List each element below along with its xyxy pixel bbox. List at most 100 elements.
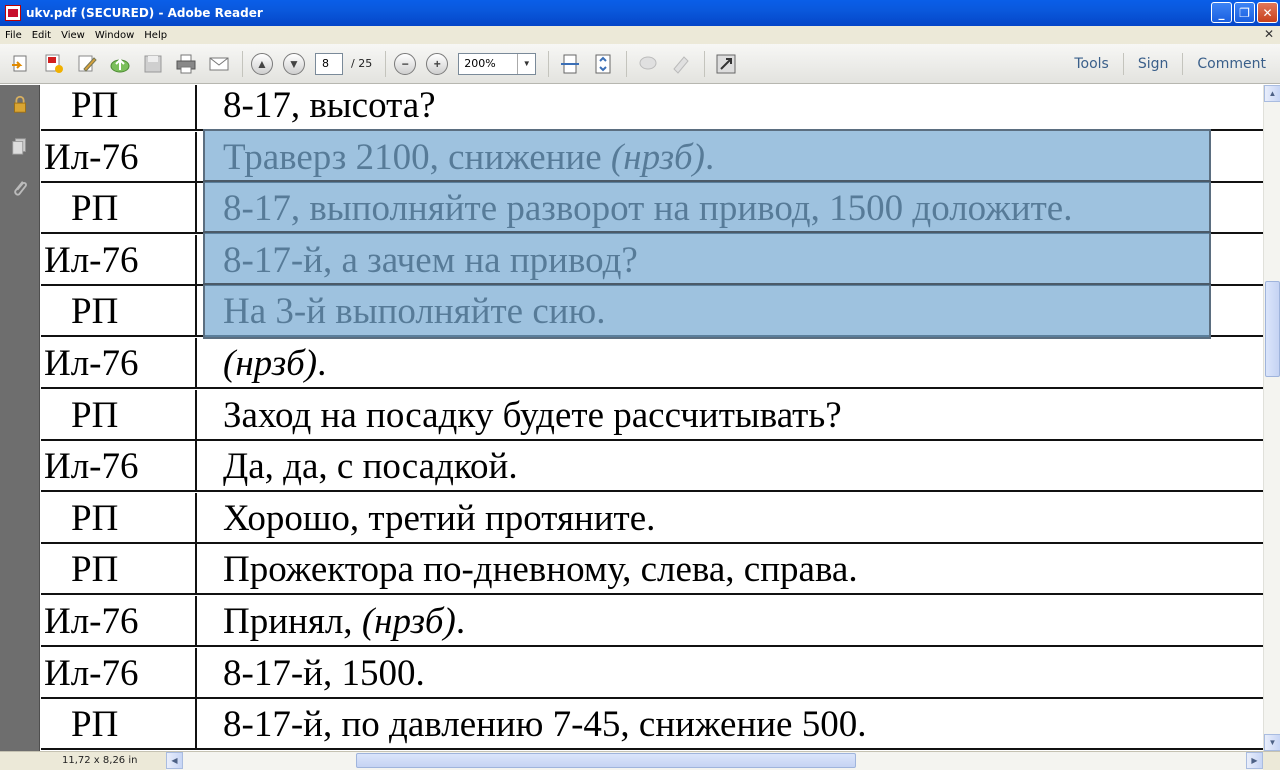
scroll-down-button[interactable]: ▼: [1264, 734, 1280, 751]
message-cell: 8-17, выполняйте разворот на привод, 150…: [223, 183, 1072, 234]
minimize-button[interactable]: _: [1211, 2, 1232, 23]
horizontal-scroll-thumb[interactable]: [356, 753, 856, 768]
close-document-icon[interactable]: ✕: [1264, 27, 1274, 41]
tools-link[interactable]: Tools: [1060, 56, 1123, 72]
speaker-cell: Ил-76: [41, 596, 197, 647]
table-row: Ил-76 (нрзб).: [41, 338, 1263, 389]
message-cell: Траверз 2100, снижение (нрзб).: [223, 132, 714, 183]
message-cell: 8-17, высота?: [223, 85, 436, 131]
highlight-icon[interactable]: [668, 51, 694, 77]
unintelligible-note: (нрзб): [610, 136, 705, 178]
speaker-cell: РП: [41, 544, 197, 596]
zoom-select[interactable]: 200% ▼: [458, 52, 537, 75]
speaker-cell: Ил-76: [41, 338, 197, 389]
message-text: Принял,: [223, 601, 362, 642]
table-row: РП Хорошо, третий протяните.: [41, 492, 1263, 544]
message-punctuation: .: [317, 343, 327, 384]
menu-bar: File Edit View Window Help ✕: [0, 26, 1280, 44]
table-row: Ил-76 Траверз 2100, снижение (нрзб).: [41, 131, 1263, 183]
edit-icon[interactable]: [74, 51, 100, 77]
zoom-in-button[interactable]: +: [426, 52, 449, 75]
comment-link[interactable]: Comment: [1183, 56, 1280, 72]
selection-row-divider: [203, 180, 1211, 182]
toolbar-separator: [548, 50, 550, 77]
selection-row-divider: [203, 231, 1211, 233]
open-icon[interactable]: [8, 51, 34, 77]
message-text: Траверз 2100, снижение: [223, 136, 611, 178]
comment-bubble-icon[interactable]: [635, 51, 661, 77]
scroll-left-button[interactable]: ◀: [166, 752, 183, 769]
chevron-down-icon[interactable]: ▼: [517, 53, 535, 74]
menu-edit[interactable]: Edit: [27, 30, 56, 41]
table-row: РП Прожектора по-дневному, слева, справа.: [41, 544, 1263, 596]
toolbar: ▲ ▼ 8 / 25 − + 200% ▼ Tools Sign Comment: [0, 44, 1280, 84]
full-screen-icon[interactable]: [713, 51, 739, 77]
toolbar-separator: [242, 50, 243, 77]
table-row: РП 8-17-й, по давлению 7-45, снижение 500…: [41, 699, 1263, 751]
speaker-cell: Ил-76: [41, 647, 197, 699]
scroll-up-button[interactable]: ▲: [1264, 85, 1280, 102]
next-page-button[interactable]: ▼: [283, 52, 305, 75]
zoom-out-button[interactable]: −: [394, 52, 417, 75]
horizontal-scrollbar[interactable]: ◀ ▶: [166, 752, 1263, 770]
speaker-cell: Ил-76: [41, 131, 197, 183]
speaker-cell: РП: [41, 699, 197, 751]
toolbar-separator: [704, 50, 706, 77]
message-text: 8-17, выполняйте разворот на привод, 150…: [223, 188, 1073, 230]
speaker-cell: Ил-76: [41, 234, 197, 286]
fit-width-icon[interactable]: [557, 51, 583, 77]
lock-icon[interactable]: [9, 93, 31, 115]
message-cell: На 3-й выполняйте сию.: [223, 286, 605, 337]
vertical-scrollbar[interactable]: ▲ ▼: [1263, 85, 1280, 751]
email-icon[interactable]: [206, 51, 232, 77]
speaker-cell: РП: [41, 286, 197, 338]
page-size-label: 11,72 x 8,26 in: [62, 755, 138, 766]
message-cell: Заход на посадку будете рассчитывать?: [223, 390, 842, 441]
message-text: На 3-й выполняйте сию.: [223, 291, 606, 333]
document-page: РП 8-17, высота? Ил-76 Траверз 2100, снижен…: [41, 85, 1263, 751]
table-row: РП Заход на посадку будете рассчитывать?: [41, 389, 1263, 441]
vertical-scroll-thumb[interactable]: [1265, 281, 1280, 377]
scroll-right-button[interactable]: ▶: [1246, 752, 1263, 769]
menu-help[interactable]: Help: [139, 30, 172, 41]
title-bar: ukv.pdf (SECURED) - Adobe Reader _ ❐ ✕: [0, 0, 1280, 26]
selection-row-divider: [203, 283, 1211, 285]
message-cell: Хорошо, третий протяните.: [223, 493, 655, 544]
save-icon[interactable]: [140, 51, 166, 77]
message-text: Прожектора по-дневному, слева, справа.: [223, 549, 858, 591]
speaker-cell: Ил-76: [41, 441, 197, 493]
unintelligible-note: (нрзб): [361, 601, 456, 642]
pages-icon[interactable]: [9, 135, 31, 157]
status-bar: 11,72 x 8,26 in ◀ ▶: [0, 751, 1280, 770]
previous-page-button[interactable]: ▲: [251, 52, 273, 75]
message-cell: 8-17-й, а зачем на привод?: [223, 235, 638, 286]
message-text: Да, да, с посадкой.: [223, 446, 518, 488]
table-row: РП На 3-й выполняйте сию.: [41, 286, 1263, 338]
unintelligible-note: (нрзб): [223, 343, 318, 384]
window-title: ukv.pdf (SECURED) - Adobe Reader: [26, 6, 263, 20]
page-total: / 25: [351, 57, 373, 70]
toolbar-separator: [385, 50, 387, 77]
menu-file[interactable]: File: [0, 30, 27, 41]
fit-page-icon[interactable]: [590, 51, 616, 77]
sign-link[interactable]: Sign: [1124, 56, 1183, 72]
message-cell: Прожектора по-дневному, слева, справа.: [223, 544, 858, 595]
maximize-button[interactable]: ❐: [1234, 2, 1255, 23]
table-row: Ил-76 Да, да, с посадкой.: [41, 441, 1263, 493]
cloud-upload-icon[interactable]: [107, 51, 133, 77]
create-pdf-icon[interactable]: [41, 51, 67, 77]
speaker-cell: РП: [41, 183, 197, 235]
menu-window[interactable]: Window: [90, 30, 139, 41]
navigation-pane: [0, 85, 40, 751]
speaker-cell: РП: [41, 492, 197, 544]
message-cell: 8-17-й, по давлению 7-45, снижение 500.: [223, 699, 866, 750]
table-row: Ил-76 8-17-й, 1500.: [41, 647, 1263, 699]
table-row: Ил-76 8-17-й, а зачем на привод?: [41, 234, 1263, 286]
attachment-icon[interactable]: [9, 177, 31, 199]
print-icon[interactable]: [173, 51, 199, 77]
page-number-input[interactable]: 8: [315, 52, 343, 75]
close-button[interactable]: ✕: [1257, 2, 1278, 23]
message-text: 8-17-й, по давлению 7-45, снижение 500.: [223, 704, 867, 746]
menu-view[interactable]: View: [56, 30, 90, 41]
zoom-value: 200%: [464, 56, 496, 70]
